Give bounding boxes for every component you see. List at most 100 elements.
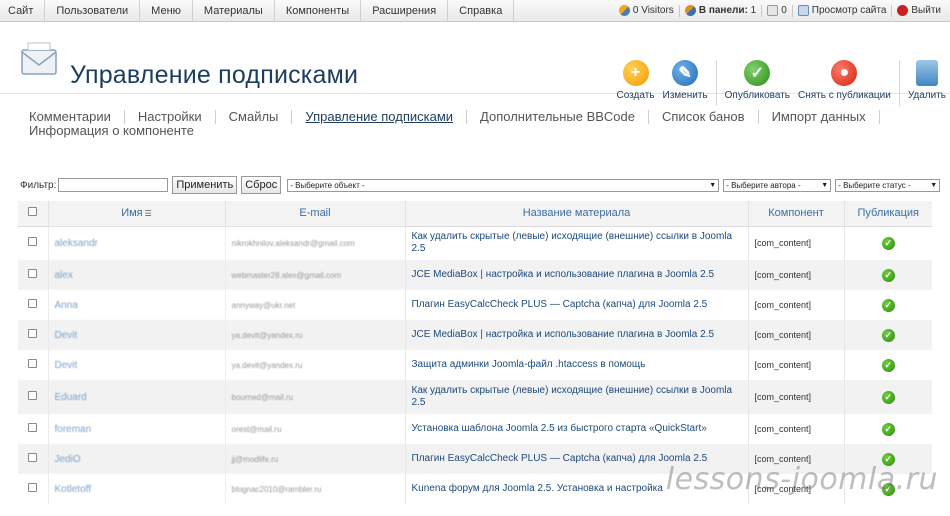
unpublish-label: Снять с публикации xyxy=(798,90,891,101)
plus-icon: + xyxy=(622,60,649,86)
cell-name[interactable]: alex xyxy=(47,260,225,290)
pencil-icon: ✎ xyxy=(672,60,699,86)
cell-name[interactable]: Anna xyxy=(47,290,225,320)
cell-published: ✓ xyxy=(843,414,932,444)
row-checkbox[interactable] xyxy=(28,453,38,462)
col-email[interactable]: E-mail xyxy=(224,201,405,227)
cell-name[interactable]: aleksandr xyxy=(47,226,225,260)
cell-name[interactable]: Devit xyxy=(47,320,225,350)
submenu-about[interactable]: Информация о компоненте xyxy=(29,124,194,138)
cell-component: [com_content] xyxy=(747,226,844,260)
submenu-bbcode[interactable]: Дополнительные BBCode xyxy=(480,110,635,124)
object-select[interactable]: - Выберите объект - ▼ xyxy=(287,178,720,192)
cell-name[interactable]: JediO xyxy=(47,444,225,474)
cell-published: ✓ xyxy=(843,226,932,260)
row-checkbox[interactable] xyxy=(28,329,38,338)
table-header-row: Имя ☰ E-mail Название материала Компонент… xyxy=(18,201,932,227)
create-button[interactable]: + Создать xyxy=(613,60,659,106)
published-check-icon[interactable]: ✓ xyxy=(881,298,895,312)
col-name[interactable]: Имя ☰ xyxy=(47,201,225,227)
published-check-icon[interactable]: ✓ xyxy=(881,358,895,372)
select-all-checkbox[interactable] xyxy=(28,207,38,217)
submenu-divider xyxy=(648,110,649,124)
messages-status[interactable]: 0 xyxy=(762,5,792,16)
cell-title[interactable]: Плагин EasyCalcCheck PLUS — Captcha (кап… xyxy=(404,290,748,320)
submenu-divider xyxy=(878,110,880,124)
cell-title[interactable]: Защита админки Joomla-файл .htaccess в п… xyxy=(404,350,748,380)
publish-label: Опубликовать xyxy=(724,90,791,101)
published-check-icon[interactable]: ✓ xyxy=(881,236,895,250)
table-row: Devit ya.devit@yandex.ru JCE MediaBox | на… xyxy=(18,320,932,350)
sort-icon: ☰ xyxy=(144,209,152,219)
cell-name[interactable]: foreman xyxy=(47,414,225,444)
col-title[interactable]: Название материала xyxy=(404,201,748,227)
row-checkbox[interactable] xyxy=(28,299,38,308)
table-row: Eduard bourned@mail.ru Как удалить скрытые… xyxy=(18,380,932,414)
delete-label: Удалить xyxy=(907,90,946,101)
menu-item-extensions[interactable]: Расширения xyxy=(361,0,449,21)
published-check-icon[interactable]: ✓ xyxy=(881,422,895,436)
filter-input[interactable] xyxy=(58,178,169,192)
row-checkbox[interactable] xyxy=(28,269,38,278)
published-check-icon[interactable]: ✓ xyxy=(881,268,895,282)
row-checkbox[interactable] xyxy=(28,391,38,400)
published-check-icon[interactable]: ✓ xyxy=(881,328,895,342)
row-checkbox[interactable] xyxy=(28,237,38,247)
published-check-icon[interactable]: ✓ xyxy=(881,390,895,404)
submenu-import[interactable]: Импорт данных xyxy=(772,110,866,124)
submenu-settings[interactable]: Настройки xyxy=(138,110,202,124)
col-component[interactable]: Компонент xyxy=(747,201,844,227)
status-select[interactable]: - Выберите статус - ▼ xyxy=(835,178,941,192)
cell-name[interactable]: Eduard xyxy=(47,380,225,414)
cell-title[interactable]: JCE MediaBox | настройка и использование… xyxy=(404,320,748,350)
component-submenu: Комментарии Настройки Смайлы Управление … xyxy=(29,110,919,138)
row-checkbox[interactable] xyxy=(28,483,38,492)
reset-button[interactable]: Сброс xyxy=(241,176,282,194)
publish-button[interactable]: ✓ Опубликовать xyxy=(721,60,794,106)
select-all-cell xyxy=(18,201,48,227)
cell-name[interactable]: Devit xyxy=(47,350,225,380)
unpublish-button[interactable]: ● Снять с публикации xyxy=(794,60,895,106)
menu-item-components[interactable]: Компоненты xyxy=(275,0,362,21)
row-checkbox[interactable] xyxy=(28,359,38,368)
menu-item-menus[interactable]: Меню xyxy=(140,0,193,21)
table-row: foreman orest@mail.ru Установка шаблона Jo… xyxy=(18,414,932,444)
table-row: Devit ya.devit@yandex.ru Защита админки Jo… xyxy=(18,350,932,380)
cell-name[interactable]: Kotletoff xyxy=(47,474,225,504)
submenu-bans[interactable]: Список банов xyxy=(662,110,745,124)
col-published[interactable]: Публикация xyxy=(843,201,932,227)
create-label: Создать xyxy=(616,90,655,101)
submenu-row: Информация о компоненте xyxy=(29,124,919,138)
author-select[interactable]: - Выберите автора - ▼ xyxy=(723,178,832,192)
row-checkbox[interactable] xyxy=(28,423,38,432)
apply-button[interactable]: Применить xyxy=(172,176,238,194)
menu-item-users[interactable]: Пользователи xyxy=(45,0,141,21)
edit-button[interactable]: ✎ Изменить xyxy=(659,60,712,106)
cell-title[interactable]: Как удалить скрытые (левые) исходящие (в… xyxy=(404,226,748,260)
table-row: Anna annyway@ukr.net Плагин EasyCalcCheck … xyxy=(18,290,932,320)
cell-title[interactable]: Установка шаблона Joomla 2.5 из быстрого… xyxy=(404,414,748,444)
toolbar-divider xyxy=(715,60,717,106)
view-site-link[interactable]: Просмотр сайта xyxy=(793,5,892,16)
row-select-cell xyxy=(18,380,48,414)
cell-component: [com_content] xyxy=(747,290,844,320)
submenu-divider xyxy=(757,110,759,124)
row-select-cell xyxy=(18,226,48,260)
delete-button[interactable]: Удалить xyxy=(904,60,950,106)
messages-icon xyxy=(767,5,779,16)
logout-link[interactable]: Выйти xyxy=(892,5,946,16)
row-select-cell xyxy=(18,474,48,504)
cell-title[interactable]: Как удалить скрытые (левые) исходящие (в… xyxy=(404,380,748,414)
row-select-cell xyxy=(18,350,48,380)
submenu-subscriptions[interactable]: Управление подписками xyxy=(305,110,453,124)
submenu-smilies[interactable]: Смайлы xyxy=(229,110,279,124)
toolbar: + Создать ✎ Изменить ✓ Опубликовать ● Сн… xyxy=(613,60,950,106)
cell-component: [com_content] xyxy=(747,320,844,350)
menu-item-content[interactable]: Материалы xyxy=(193,0,275,21)
menu-item-help[interactable]: Справка xyxy=(448,0,515,21)
cell-title[interactable]: JCE MediaBox | настройка и использование… xyxy=(404,260,748,290)
menu-item-site[interactable]: Сайт xyxy=(0,0,46,21)
panel-status: В панели: 1 xyxy=(680,5,761,16)
cell-email: bourned@mail.ru xyxy=(224,380,405,414)
submenu-comments[interactable]: Комментарии xyxy=(29,110,111,124)
